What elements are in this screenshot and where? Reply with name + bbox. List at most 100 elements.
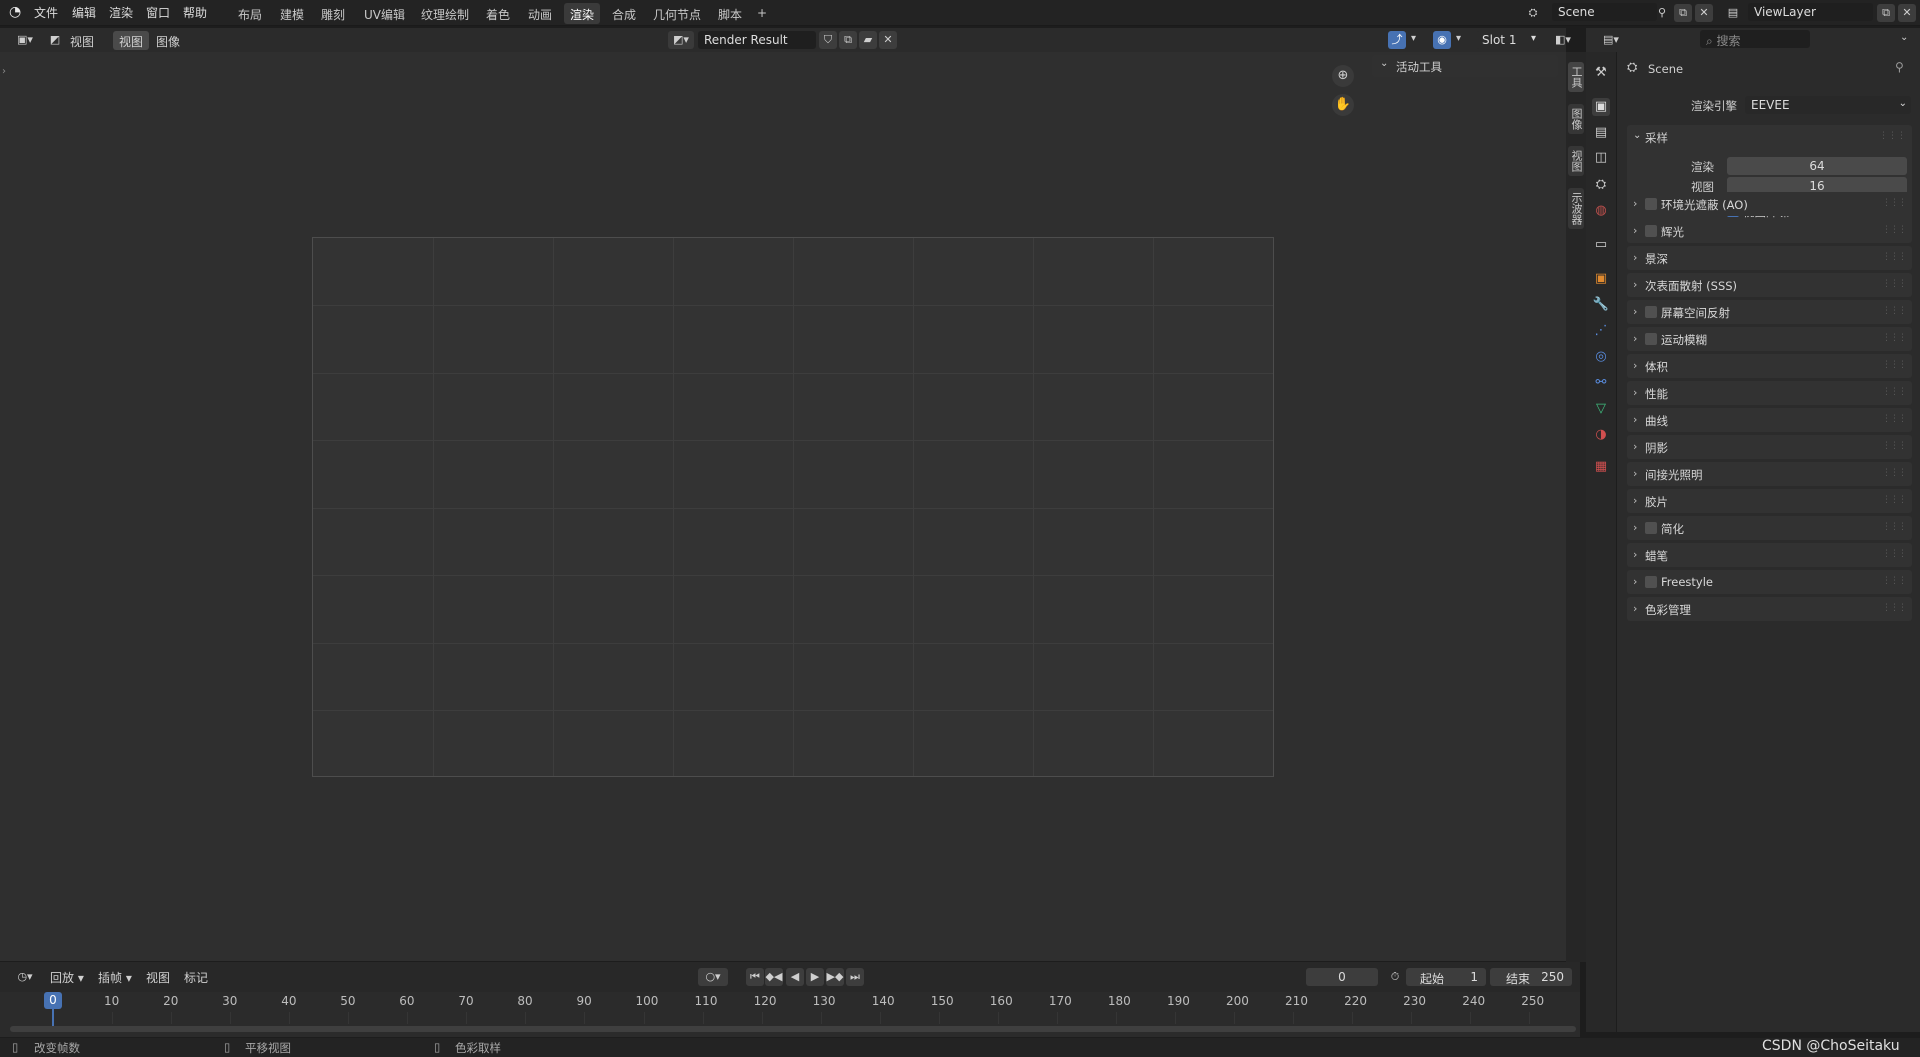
tab-image[interactable]: 图像 — [1568, 104, 1584, 134]
menu-window[interactable]: 窗口 — [146, 4, 170, 21]
particles-tab-icon[interactable]: ⋰ — [1592, 322, 1610, 340]
panel-section[interactable]: › 次表面散射 (SSS) ⋮⋮⋮ — [1627, 273, 1912, 297]
tab-scripting[interactable]: 脚本 — [712, 3, 748, 24]
chevron-right-icon[interactable]: › — [1633, 359, 1637, 372]
panel-section[interactable]: › 辉光 ⋮⋮⋮ — [1627, 219, 1912, 243]
panel-section[interactable]: › 性能 ⋮⋮⋮ — [1627, 381, 1912, 405]
section-enable-checkbox[interactable] — [1645, 225, 1657, 237]
tab-modeling[interactable]: 建模 — [274, 3, 310, 24]
panel-section[interactable]: › 景深 ⋮⋮⋮ — [1627, 246, 1912, 270]
tab-rendering[interactable]: 渲染 — [564, 3, 601, 24]
image-name-field[interactable]: Render Result — [698, 31, 816, 49]
view-layer-icon[interactable]: ▤ — [1724, 4, 1742, 22]
texture-tab-icon[interactable]: ▦ — [1592, 458, 1610, 476]
grip-icon[interactable]: ⋮⋮⋮ — [1882, 441, 1907, 451]
expand-toolbar-icon[interactable]: › — [2, 66, 6, 77]
view-layer-tab-icon[interactable]: ◫ — [1592, 149, 1610, 167]
active-tool-section[interactable]: ⌄ 活动工具 — [1372, 55, 1558, 77]
timeline-scrollbar[interactable] — [10, 1026, 1576, 1032]
chevron-right-icon[interactable]: › — [1633, 224, 1637, 237]
tab-compositing[interactable]: 合成 — [606, 3, 642, 24]
playhead[interactable]: 0 — [44, 992, 62, 1009]
unlink-image-icon[interactable]: ✕ — [879, 31, 897, 49]
menu-playback[interactable]: 回放 ▾ — [44, 967, 90, 986]
menu-render[interactable]: 渲染 — [109, 4, 133, 21]
editor-type-icon[interactable]: ▣▾ — [12, 31, 38, 49]
section-enable-checkbox[interactable] — [1645, 198, 1657, 210]
panel-section[interactable]: › 屏幕空间反射 ⋮⋮⋮ — [1627, 300, 1912, 324]
menu-view[interactable]: 视图 — [113, 31, 150, 50]
blender-logo-icon[interactable]: ◔ — [9, 4, 21, 20]
panel-section[interactable]: › 阴影 ⋮⋮⋮ — [1627, 435, 1912, 459]
panel-section[interactable]: › 蜡笔 ⋮⋮⋮ — [1627, 543, 1912, 567]
scene-tab-icon[interactable]: ⛭ — [1592, 176, 1610, 194]
pan-hand-icon[interactable]: ✋ — [1332, 94, 1354, 116]
timeline-area[interactable]: 10 20 30 40 50 60 70 80 90 100 110 120 130 140 150 160 1… — [0, 992, 1580, 1037]
pin-icon[interactable]: ⚲ — [1895, 60, 1904, 74]
jump-start-icon[interactable]: ⏮ — [746, 968, 764, 986]
zoom-icon[interactable]: ⊕ — [1332, 65, 1354, 87]
grip-icon[interactable]: ⋮⋮⋮ — [1882, 198, 1907, 208]
tab-texture-paint[interactable]: 纹理绘制 — [415, 3, 475, 24]
duplicate-image-icon[interactable]: ⧉ — [839, 31, 857, 49]
tab-uv-editing[interactable]: UV编辑 — [358, 3, 411, 24]
add-workspace-button[interactable]: + — [751, 3, 773, 24]
panel-section[interactable]: › 运动模糊 ⋮⋮⋮ — [1627, 327, 1912, 351]
menu-help[interactable]: 帮助 — [183, 4, 207, 21]
grip-icon[interactable]: ⋮⋮⋮ — [1882, 549, 1907, 559]
render-tab-icon[interactable]: ▣ — [1592, 98, 1610, 116]
chevron-right-icon[interactable]: › — [1633, 251, 1637, 264]
prev-keyframe-icon[interactable]: ◆◀ — [765, 968, 783, 986]
frame-end-field[interactable]: 结束 250 — [1490, 968, 1572, 986]
panel-section[interactable]: › 曲线 ⋮⋮⋮ — [1627, 408, 1912, 432]
tab-tool[interactable]: 工具 — [1568, 62, 1584, 92]
scene-name-field[interactable]: Scene — [1552, 3, 1657, 21]
frame-start-field[interactable]: 起始 1 — [1406, 968, 1486, 986]
tab-scopes[interactable]: 示波器 — [1568, 188, 1584, 229]
render-samples-field[interactable]: 64 — [1727, 157, 1907, 175]
menu-file[interactable]: 文件 — [34, 4, 58, 21]
image-browse-icon[interactable]: ◩▾ — [668, 31, 694, 49]
render-engine-select[interactable]: EEVEE ⌄ — [1745, 96, 1911, 114]
chevron-down-icon[interactable]: ▾ — [1411, 33, 1416, 44]
properties-search-input[interactable]: ⌕ 搜索 — [1700, 30, 1810, 48]
grip-icon[interactable]: ⋮⋮⋮ — [1882, 522, 1907, 532]
panel-section[interactable]: › Freestyle ⋮⋮⋮ — [1627, 570, 1912, 594]
grip-icon[interactable]: ⋮⋮⋮ — [1879, 131, 1906, 141]
new-view-layer-icon[interactable]: ⧉ — [1877, 4, 1895, 22]
grip-icon[interactable]: ⋮⋮⋮ — [1882, 306, 1907, 316]
auto-keying-icon[interactable]: ○▾ — [698, 968, 728, 986]
modifier-tab-icon[interactable]: 🔧 — [1592, 296, 1610, 314]
output-tab-icon[interactable]: ▤ — [1592, 124, 1610, 142]
scene-selector-icon[interactable]: ⛭ — [1524, 4, 1542, 22]
play-reverse-icon[interactable]: ◀ — [786, 968, 804, 986]
timeline-editor-icon[interactable]: ◷▾ — [12, 968, 38, 986]
open-image-icon[interactable]: ▰ — [859, 31, 877, 49]
panel-section[interactable]: › 间接光照明 ⋮⋮⋮ — [1627, 462, 1912, 486]
grip-icon[interactable]: ⋮⋮⋮ — [1882, 603, 1907, 613]
render-slot-select[interactable]: Slot 1 ▾ — [1476, 31, 1540, 49]
section-enable-checkbox[interactable] — [1645, 522, 1657, 534]
delete-view-layer-icon[interactable]: ✕ — [1898, 4, 1916, 22]
chevron-right-icon[interactable]: › — [1633, 548, 1637, 561]
tool-tab-icon[interactable]: ⚒ — [1592, 64, 1610, 82]
chevron-right-icon[interactable]: › — [1633, 305, 1637, 318]
overlay-toggle-icon[interactable]: ⤴ — [1388, 31, 1406, 49]
world-tab-icon[interactable]: ◍ — [1592, 202, 1610, 220]
sampling-title[interactable]: 采样 — [1645, 130, 1668, 146]
collection-tab-icon[interactable]: ▭ — [1592, 236, 1610, 254]
chevron-right-icon[interactable]: › — [1633, 467, 1637, 480]
delete-scene-icon[interactable]: ✕ — [1695, 4, 1713, 22]
chevron-down-icon[interactable]: ⌄ — [1900, 32, 1908, 43]
menu-view-mode[interactable]: 视图 — [64, 31, 100, 50]
grip-icon[interactable]: ⋮⋮⋮ — [1882, 576, 1907, 586]
section-enable-checkbox[interactable] — [1645, 333, 1657, 345]
fake-user-icon[interactable]: ⛉ — [819, 31, 837, 49]
physics-tab-icon[interactable]: ◎ — [1592, 348, 1610, 366]
data-tab-icon[interactable]: ▽ — [1592, 400, 1610, 418]
tab-sculpting[interactable]: 雕刻 — [315, 3, 351, 24]
next-keyframe-icon[interactable]: ▶◆ — [826, 968, 844, 986]
grip-icon[interactable]: ⋮⋮⋮ — [1882, 279, 1907, 289]
tab-animation[interactable]: 动画 — [522, 3, 558, 24]
tab-geometry-nodes[interactable]: 几何节点 — [647, 3, 707, 24]
